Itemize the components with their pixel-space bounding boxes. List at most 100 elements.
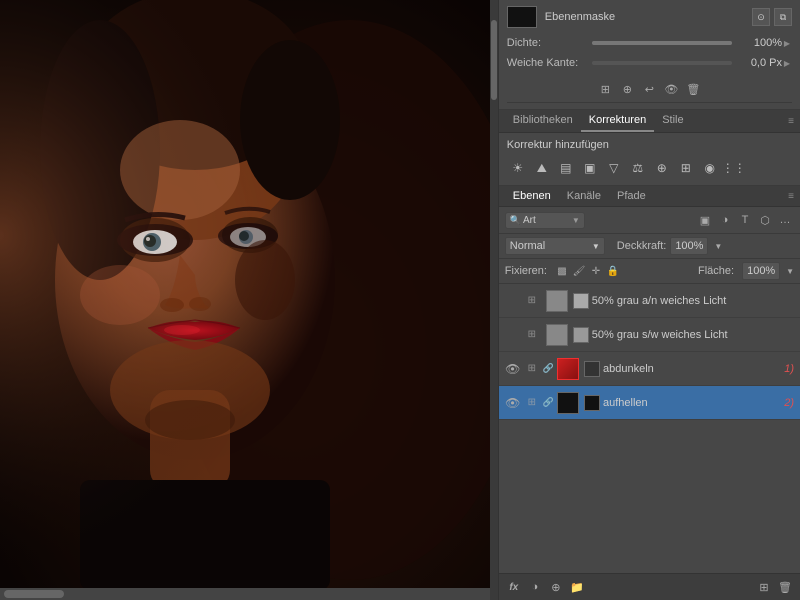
layer-vis-2[interactable]: 👁 — [505, 361, 521, 377]
mask-section: Ebenenmaske ⊙ ⧉ Dichte: 100% ▶ Weiche Ka… — [499, 0, 800, 110]
layer-thumb-0 — [546, 290, 568, 312]
mask-title: Ebenenmaske — [545, 11, 752, 23]
layer-name-0: 50% grau a/n weiches Licht — [592, 295, 794, 307]
panel-tabs: Bibliotheken Korrekturen Stile ≡ — [499, 110, 800, 133]
search-dropdown-arrow[interactable]: ▼ — [572, 216, 580, 225]
corr-icon-exposure[interactable]: ▣ — [579, 157, 601, 179]
layer-mask-thumb-0 — [573, 293, 589, 309]
new-layer-button[interactable]: ⊞ — [755, 578, 773, 596]
horizontal-scrollbar[interactable] — [0, 588, 490, 600]
tab-kanaele[interactable]: Kanäle — [559, 186, 609, 206]
layer-thumb-1 — [546, 324, 568, 346]
layer-tool-text[interactable]: T — [736, 211, 754, 229]
corr-icon-brightness[interactable]: ☀ — [507, 157, 529, 179]
density-label: Dichte: — [507, 37, 592, 49]
opacity-arrow[interactable]: ▼ — [714, 242, 722, 251]
mask-toolbar: ⊞ ⊕ ↩ 👁 🗑 — [507, 76, 792, 103]
mask-icon-btn-1[interactable]: ⊙ — [752, 8, 770, 26]
fix-icon-move[interactable]: ✛ — [589, 264, 603, 278]
layer-mask-thumb-1 — [573, 327, 589, 343]
layers-tab-menu[interactable]: ≡ — [788, 191, 794, 202]
layer-adj-icon-3: ⊞ — [524, 395, 540, 411]
flache-arrow[interactable]: ▼ — [786, 267, 794, 276]
layer-item-3[interactable]: 👁⊞🔗aufhellen2) — [499, 386, 800, 420]
new-group-button[interactable]: 📁 — [568, 578, 586, 596]
soft-edge-arrow[interactable]: ▶ — [782, 58, 792, 68]
soft-edge-label: Weiche Kante: — [507, 57, 592, 69]
panel-tab-menu[interactable]: ≡ — [788, 116, 794, 127]
mask-tool-4[interactable]: 👁 — [662, 80, 680, 98]
opacity-value[interactable]: 100% — [670, 237, 708, 255]
v-scroll-thumb[interactable] — [491, 20, 497, 100]
layer-tool-adjust[interactable]: ◑ — [716, 211, 734, 229]
layer-tool-shape[interactable]: ⬡ — [756, 211, 774, 229]
search-type[interactable]: Art — [523, 215, 572, 226]
layer-adj-icon-1: ⊞ — [524, 327, 540, 343]
adjustment-button[interactable]: ⊕ — [547, 578, 565, 596]
corr-icon-curves[interactable]: ⛰ — [531, 157, 553, 179]
layers-bottom-toolbar: fx ◑ ⊕ 📁 ⊞ 🗑 — [499, 573, 800, 600]
layer-vis-1[interactable] — [505, 327, 521, 343]
tab-pfade[interactable]: Pfade — [609, 186, 654, 206]
mask-tool-1[interactable]: ⊞ — [596, 80, 614, 98]
layer-chain-3: 🔗 — [543, 397, 554, 408]
mask-header: Ebenenmaske ⊙ ⧉ — [507, 6, 792, 28]
layer-adj-icon-0: ⊞ — [524, 293, 540, 309]
layer-mask-thumb-3 — [584, 395, 600, 411]
corr-icon-photo[interactable]: ◉ — [699, 157, 721, 179]
corrections-panel: Korrektur hinzufügen ☀ ⛰ ▤ ▣ ▽ ⚖ ⊕ ⊞ ◉ ⋮… — [499, 133, 800, 186]
mask-tool-2[interactable]: ⊕ — [618, 80, 636, 98]
corr-icon-colorbal[interactable]: ⊕ — [651, 157, 673, 179]
layers-tabs: Ebenen Kanäle Pfade ≡ — [499, 186, 800, 207]
mask-tool-5[interactable]: 🗑 — [684, 80, 702, 98]
layer-item-0[interactable]: ⊞ 50% grau a/n weiches Licht — [499, 284, 800, 318]
layer-item-1[interactable]: ⊞ 50% grau s/w weiches Licht — [499, 318, 800, 352]
layer-tool-image[interactable]: ▣ — [696, 211, 714, 229]
scroll-thumb[interactable] — [4, 590, 64, 598]
layer-tool-more[interactable]: … — [776, 211, 794, 229]
blend-mode-select[interactable]: Normal ▼ — [505, 237, 605, 255]
delete-layer-button[interactable]: 🗑 — [776, 578, 794, 596]
corr-icon-triangle[interactable]: ▽ — [603, 157, 625, 179]
layers-toolbar: 🔍 Art ▼ ▣ ◑ T ⬡ … — [499, 207, 800, 234]
corrections-icons-row1: ☀ ⛰ ▤ ▣ ▽ ⚖ ⊕ ⊞ ◉ ⋮⋮ — [507, 157, 792, 179]
density-slider[interactable] — [592, 36, 732, 50]
tab-stile[interactable]: Stile — [654, 110, 691, 132]
layer-badge-3: 2) — [784, 397, 794, 409]
layer-search-box[interactable]: 🔍 Art ▼ — [505, 212, 585, 229]
tab-ebenen[interactable]: Ebenen — [505, 186, 559, 206]
vertical-scrollbar[interactable] — [490, 0, 498, 600]
soft-edge-slider[interactable] — [592, 56, 732, 70]
layer-name-1: 50% grau s/w weiches Licht — [592, 329, 794, 341]
blend-mode-value: Normal — [510, 240, 545, 252]
fix-label: Fixieren: — [505, 265, 547, 277]
corr-icon-gradient[interactable]: ⋮⋮ — [723, 157, 745, 179]
fix-icon-checkerboard[interactable]: ▩ — [555, 264, 569, 278]
layer-mask-thumb-2 — [584, 361, 600, 377]
layer-thumb-3 — [557, 392, 579, 414]
flache-value[interactable]: 100% — [742, 262, 780, 280]
fix-icon-lock[interactable]: 🔒 — [606, 264, 620, 278]
photo-container — [0, 0, 490, 588]
layer-vis-0[interactable] — [505, 293, 521, 309]
fx-button[interactable]: fx — [505, 578, 523, 596]
fix-icon-brush[interactable]: 🖌 — [572, 264, 586, 278]
flache-label: Fläche: — [698, 265, 734, 277]
layer-item-2[interactable]: 👁⊞🔗abdunkeln1) — [499, 352, 800, 386]
corr-icon-hsl[interactable]: ⚖ — [627, 157, 649, 179]
layer-chain-2: 🔗 — [543, 363, 554, 374]
tab-bibliotheken[interactable]: Bibliotheken — [505, 110, 581, 132]
tab-korrekturen[interactable]: Korrekturen — [581, 110, 654, 132]
layer-vis-3[interactable]: 👁 — [505, 395, 521, 411]
corr-icon-bw[interactable]: ⊞ — [675, 157, 697, 179]
mask-icons: ⊙ ⧉ — [752, 8, 792, 26]
blend-mode-arrow: ▼ — [592, 242, 600, 251]
soft-edge-row: Weiche Kante: 0,0 Px ▶ — [507, 56, 792, 70]
add-mask-button[interactable]: ◑ — [526, 578, 544, 596]
corr-icon-levels[interactable]: ▤ — [555, 157, 577, 179]
mask-tool-3[interactable]: ↩ — [640, 80, 658, 98]
density-row: Dichte: 100% ▶ — [507, 36, 792, 50]
fix-row: Fixieren: ▩ 🖌 ✛ 🔒 Fläche: 100% ▼ — [499, 259, 800, 284]
mask-icon-btn-2[interactable]: ⧉ — [774, 8, 792, 26]
density-arrow[interactable]: ▶ — [782, 38, 792, 48]
